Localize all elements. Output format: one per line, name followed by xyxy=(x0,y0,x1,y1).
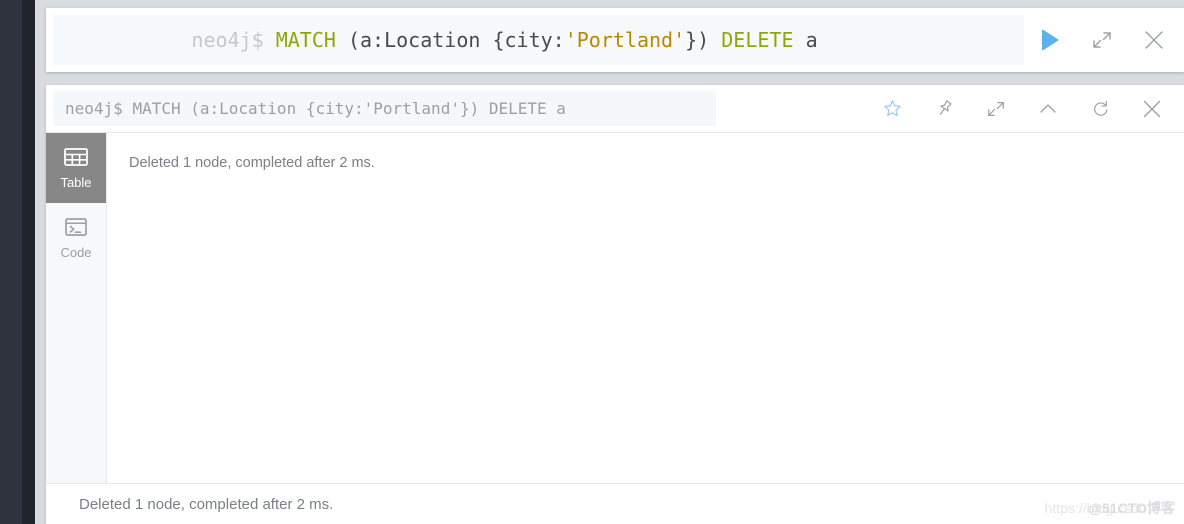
editor-token-var: a xyxy=(805,28,818,52)
expand-icon xyxy=(1093,32,1111,48)
tab-table-label: Table xyxy=(60,175,92,190)
favorite-button[interactable] xyxy=(866,86,918,131)
watermark-url: https://blog.csdn. xyxy=(1044,500,1151,516)
collapse-button[interactable] xyxy=(1022,86,1074,131)
workspace: neo4j$ MATCH (a:Location {city:'Portland… xyxy=(35,0,1184,524)
frame-status-bar: Deleted 1 node, completed after 2 ms. ht… xyxy=(46,483,1184,524)
query-editor-input[interactable]: neo4j$ MATCH (a:Location {city:'Portland… xyxy=(53,15,1024,65)
view-tab-strip: Table Code xyxy=(46,133,107,483)
expand-icon xyxy=(988,101,1004,116)
code-icon xyxy=(65,218,87,236)
query-editor-card: neo4j$ MATCH (a:Location {city:'Portland… xyxy=(46,8,1184,72)
editor-token-delete: DELETE xyxy=(721,28,806,52)
left-nav-rail xyxy=(0,0,22,524)
chevron-up-icon xyxy=(1040,103,1056,113)
result-frame: neo4j$ MATCH (a:Location {city:'Portland… xyxy=(46,85,1184,524)
pin-icon xyxy=(939,100,952,115)
editor-token-string: 'Portland' xyxy=(564,28,686,52)
tab-table[interactable]: Table xyxy=(46,133,106,203)
frame-title-query: MATCH (a:Location {city:'Portland'}) DEL… xyxy=(132,99,566,118)
tab-code[interactable]: Code xyxy=(46,203,106,273)
tab-code-label: Code xyxy=(60,245,92,260)
frame-action-icons xyxy=(716,86,1178,131)
favorite-star-icon xyxy=(883,100,901,117)
frame-content-area: Deleted 1 node, completed after 2 ms. xyxy=(107,133,1184,483)
result-message: Deleted 1 node, completed after 2 ms. xyxy=(129,155,375,171)
close-frame-button[interactable] xyxy=(1126,86,1178,131)
status-message: Deleted 1 node, completed after 2 ms. xyxy=(79,496,334,513)
frame-body: Table Code Deleted 1 node, completed aft xyxy=(46,132,1184,483)
editor-actions xyxy=(1024,8,1184,72)
fullscreen-button[interactable] xyxy=(970,86,1022,131)
rerun-button[interactable] xyxy=(1074,86,1126,131)
close-icon xyxy=(1143,100,1161,117)
table-icon xyxy=(64,148,88,166)
play-icon xyxy=(1041,29,1059,51)
app-root: neo4j$ MATCH (a:Location {city:'Portland… xyxy=(0,0,1184,524)
frame-titlebar: neo4j$ MATCH (a:Location {city:'Portland… xyxy=(46,85,1184,132)
editor-token-match: MATCH xyxy=(275,28,348,52)
refresh-icon xyxy=(1093,100,1107,116)
watermark: https://blog.csdn.@51CTO博客 xyxy=(1045,498,1175,518)
watermark-brand: @51CTO博客 xyxy=(1088,500,1175,516)
close-icon xyxy=(1145,31,1163,49)
close-editor-button[interactable] xyxy=(1128,8,1180,72)
left-nav-rail-shadow xyxy=(22,0,35,524)
editor-token-close: }) xyxy=(685,28,722,52)
pin-button[interactable] xyxy=(918,86,970,131)
frame-title-prompt: neo4j$ xyxy=(65,99,123,118)
run-query-button[interactable] xyxy=(1024,8,1076,72)
expand-editor-button[interactable] xyxy=(1076,8,1128,72)
editor-prompt: neo4j$ xyxy=(191,28,264,52)
editor-token-pattern: (a:Location {city: xyxy=(347,28,565,52)
frame-query-title[interactable]: neo4j$ MATCH (a:Location {city:'Portland… xyxy=(53,91,716,126)
